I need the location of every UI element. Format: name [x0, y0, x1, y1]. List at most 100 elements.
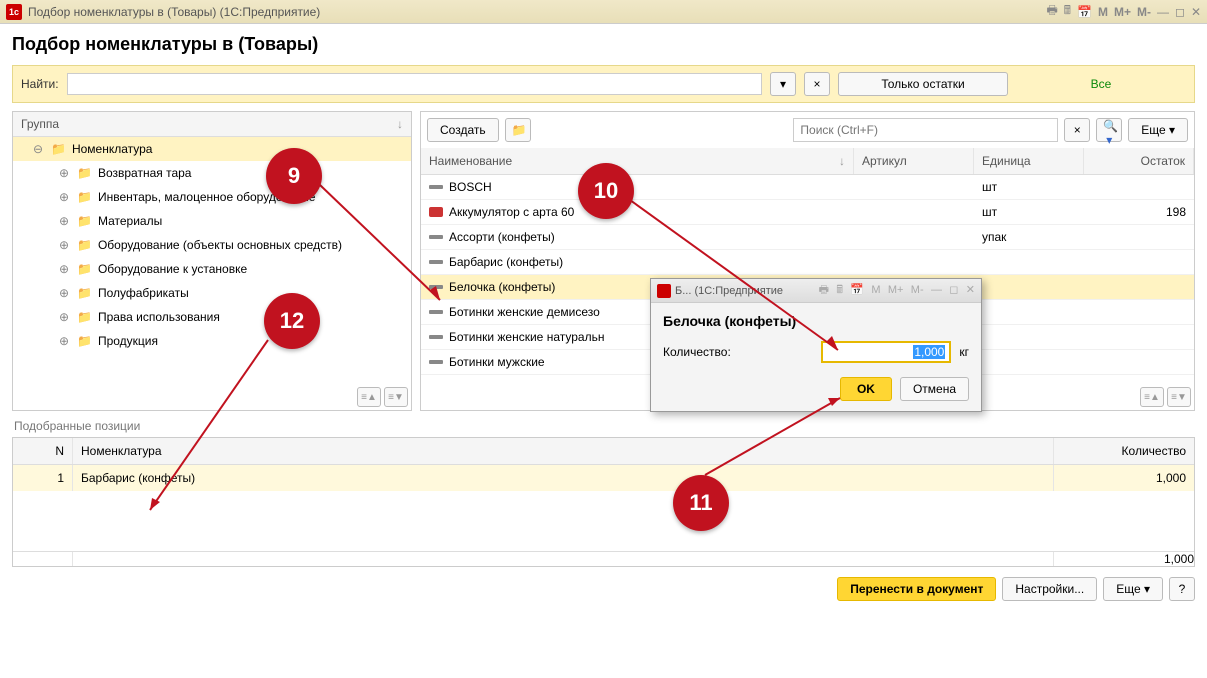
folder-icon: 📁: [77, 286, 92, 300]
expand-icon[interactable]: ⊕: [57, 334, 71, 348]
m-minus-button[interactable]: M-: [911, 284, 924, 296]
m-plus-button[interactable]: M+: [1114, 5, 1131, 19]
minimize-icon[interactable]: —: [1157, 5, 1169, 19]
list-search-clear[interactable]: ×: [1064, 118, 1090, 142]
window-title-bar: 1c Подбор номенклатуры в (Товары) (1С:Пр…: [0, 0, 1207, 24]
folder-icon: 📁: [77, 214, 92, 228]
expand-icon[interactable]: ⊕: [57, 238, 71, 252]
expand-icon[interactable]: ⊕: [57, 310, 71, 324]
minimize-icon[interactable]: —: [931, 284, 942, 296]
folder-icon: 📁: [77, 310, 92, 324]
search-input[interactable]: [67, 73, 762, 95]
scroll-bottom-button[interactable]: ≡▼: [1167, 387, 1191, 407]
tree-item[interactable]: ⊕📁Материалы: [13, 209, 411, 233]
app-icon: 1c: [6, 4, 22, 20]
search-clear-button[interactable]: ×: [804, 72, 830, 96]
bottom-more-button[interactable]: Еще ▾: [1103, 577, 1163, 601]
picked-body[interactable]: 1Барбарис (конфеты)1,000: [13, 465, 1194, 551]
m-plus-button[interactable]: M+: [888, 284, 904, 296]
list-more-button[interactable]: Еще ▾: [1128, 118, 1188, 142]
create-button[interactable]: Создать: [427, 118, 499, 142]
annotation-9: 9: [266, 148, 322, 204]
all-button[interactable]: Все: [1016, 72, 1186, 96]
help-button[interactable]: ?: [1169, 577, 1195, 601]
picked-row[interactable]: 1Барбарис (конфеты)1,000: [13, 465, 1194, 491]
maximize-icon[interactable]: ◻: [949, 284, 958, 296]
m-button[interactable]: M: [1098, 5, 1108, 19]
close-icon[interactable]: ✕: [1191, 5, 1201, 19]
scroll-bottom-button[interactable]: ≡▼: [384, 387, 408, 407]
group-header[interactable]: Группа ↓: [13, 112, 411, 137]
tree-item[interactable]: ⊕📁Полуфабрикаты: [13, 281, 411, 305]
calendar-icon[interactable]: 📅: [1077, 5, 1092, 19]
print-icon[interactable]: 🖶: [1046, 1, 1057, 22]
annotation-10: 10: [578, 163, 634, 219]
expand-icon[interactable]: ⊕: [57, 166, 71, 180]
list-row[interactable]: Аккумулятор с арта 60шт198: [421, 200, 1194, 225]
app-icon: [657, 284, 671, 298]
cancel-button[interactable]: Отмена: [900, 377, 969, 401]
calc-icon[interactable]: 🖩: [836, 284, 843, 296]
folder-icon: 📁: [77, 238, 92, 252]
tree-root[interactable]: ⊖ 📁 Номенклатура: [13, 137, 411, 161]
calendar-icon[interactable]: 📅: [850, 284, 864, 296]
folder-icon: 📁: [77, 262, 92, 276]
item-icon: [429, 285, 443, 289]
dialog-item-name: Белочка (конфеты): [663, 313, 969, 329]
page-title: Подбор номенклатуры в (Товары): [12, 34, 1195, 55]
list-row[interactable]: Ассорти (конфеты)упак: [421, 225, 1194, 250]
item-icon: [429, 207, 443, 217]
m-button[interactable]: M: [871, 284, 880, 296]
only-stock-button[interactable]: Только остатки: [838, 72, 1008, 96]
quantity-label: Количество:: [663, 345, 731, 359]
create-folder-button[interactable]: 📁: [505, 118, 531, 142]
expand-icon[interactable]: ⊕: [57, 286, 71, 300]
expand-icon[interactable]: ⊕: [57, 262, 71, 276]
tree-item[interactable]: ⊕📁Продукция: [13, 329, 411, 353]
item-icon: [429, 260, 443, 264]
list-row[interactable]: Барбарис (конфеты): [421, 250, 1194, 275]
search-dropdown-button[interactable]: ▾: [770, 72, 796, 96]
maximize-icon[interactable]: ◻: [1175, 5, 1185, 19]
group-panel: Группа ↓ ⊖ 📁 Номенклатура ⊕📁Возвратная т…: [12, 111, 412, 411]
item-icon: [429, 360, 443, 364]
folder-icon: 📁: [77, 166, 92, 180]
tree-item[interactable]: ⊕📁Возвратная тара: [13, 161, 411, 185]
sort-icon[interactable]: ↓: [397, 117, 403, 131]
list-search-input[interactable]: [793, 118, 1058, 142]
expand-icon[interactable]: ⊕: [57, 214, 71, 228]
annotation-12: 12: [264, 293, 320, 349]
m-minus-button[interactable]: M-: [1137, 5, 1151, 19]
picked-total: 1,000: [1054, 552, 1194, 566]
transfer-button[interactable]: Перенести в документ: [837, 577, 996, 601]
print-icon[interactable]: 🖶: [819, 284, 829, 296]
list-row[interactable]: BOSCHшт: [421, 175, 1194, 200]
calc-icon[interactable]: 🖩: [1064, 1, 1071, 22]
unit-label: кг: [959, 345, 969, 359]
group-tree[interactable]: ⊖ 📁 Номенклатура ⊕📁Возвратная тара⊕📁Инве…: [13, 137, 411, 384]
expand-icon[interactable]: ⊕: [57, 190, 71, 204]
window-title: Подбор номенклатуры в (Товары) (1С:Предп…: [28, 5, 1046, 19]
scroll-top-button[interactable]: ≡▲: [357, 387, 381, 407]
tree-item[interactable]: ⊕📁Оборудование к установке: [13, 257, 411, 281]
search-bar: Найти: ▾ × Только остатки Все: [12, 65, 1195, 103]
tree-item[interactable]: ⊕📁Оборудование (объекты основных средств…: [13, 233, 411, 257]
ok-button[interactable]: OK: [840, 377, 892, 401]
advanced-search-button[interactable]: 🔍▾: [1096, 118, 1122, 142]
close-icon[interactable]: ✕: [966, 284, 975, 296]
collapse-icon[interactable]: ⊖: [31, 142, 45, 156]
settings-button[interactable]: Настройки...: [1002, 577, 1097, 601]
dialog-title: Б... (1С:Предприятие: [675, 285, 815, 297]
item-icon: [429, 310, 443, 314]
item-icon: [429, 235, 443, 239]
tree-item[interactable]: ⊕📁Инвентарь, малоценное оборудование: [13, 185, 411, 209]
annotation-11: 11: [673, 475, 729, 531]
folder-icon: 📁: [77, 190, 92, 204]
tree-item[interactable]: ⊕📁Права использования: [13, 305, 411, 329]
search-label: Найти:: [21, 77, 59, 91]
scroll-top-button[interactable]: ≡▲: [1140, 387, 1164, 407]
picked-panel: N Номенклатура Количество 1Барбарис (кон…: [12, 437, 1195, 567]
picked-section-label: Подобранные позиции: [14, 419, 1195, 433]
quantity-dialog: Б... (1С:Предприятие 🖶 🖩 📅 M M+ M- — ◻ ✕…: [650, 278, 982, 412]
quantity-input[interactable]: 1,000: [821, 341, 951, 363]
